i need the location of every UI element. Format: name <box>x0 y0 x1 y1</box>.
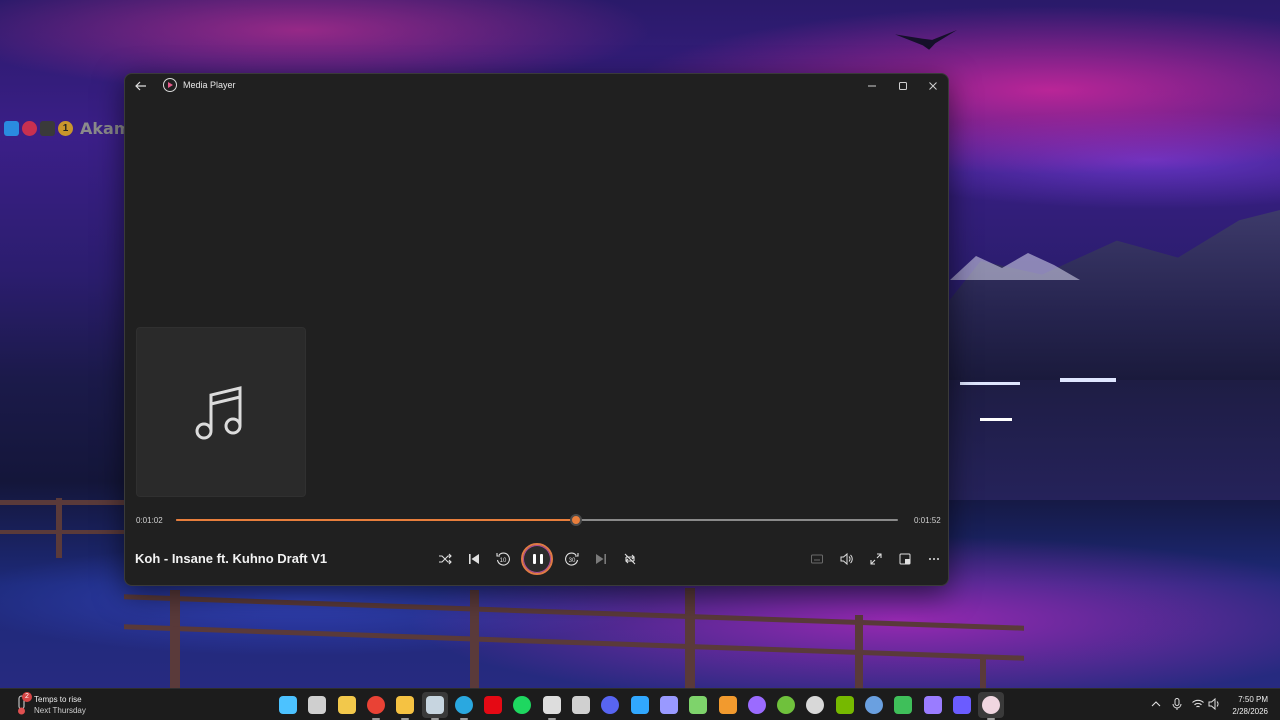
taskbar-nvidia-icon[interactable] <box>836 696 854 714</box>
media-player-logo-icon <box>163 78 177 92</box>
album-art <box>136 327 306 497</box>
forward-30-label: 30 <box>569 558 576 564</box>
bird-silhouette <box>895 30 957 50</box>
wallpaper-light <box>980 418 1012 421</box>
badge-icon <box>4 120 19 136</box>
captions-button[interactable] <box>806 548 828 570</box>
taskbar-photoshop-icon[interactable] <box>631 696 649 714</box>
maximize-icon[interactable] <box>893 76 913 96</box>
badge-icon: 1 <box>58 120 73 136</box>
seek-thumb[interactable] <box>569 514 582 526</box>
fence-rail <box>0 530 124 534</box>
rewind-10-button[interactable]: 10 <box>492 548 514 570</box>
volume-button[interactable] <box>835 548 857 570</box>
fence-post <box>170 590 180 688</box>
fence-post <box>685 588 695 688</box>
taskbar-xbox-icon[interactable] <box>777 696 795 714</box>
badge-icon <box>40 120 55 136</box>
next-icon <box>596 554 606 564</box>
seek-progress <box>176 519 576 521</box>
wallpaper-snow <box>950 253 1080 280</box>
window-title: Media Player <box>183 80 236 90</box>
taskbar-qbittorrent-icon[interactable] <box>865 696 883 714</box>
taskbar-cheat-engine-icon[interactable] <box>894 696 912 714</box>
taskbar-spotify-icon[interactable] <box>513 696 531 714</box>
wifi-icon[interactable] <box>1191 697 1205 711</box>
taskbar-microsoft-store-icon[interactable] <box>338 696 356 714</box>
microphone-icon[interactable] <box>1170 697 1184 711</box>
clock-time[interactable]: 7:50 PM <box>1236 695 1268 704</box>
taskbar-obs-icon[interactable] <box>806 696 824 714</box>
rewind-10-icon: 10 <box>496 552 510 566</box>
back-arrow-icon[interactable] <box>133 78 149 94</box>
taskbar-task-view-icon[interactable] <box>308 696 326 714</box>
taskbar-audio-meter-icon[interactable] <box>689 696 707 714</box>
more-options-button[interactable] <box>923 548 945 570</box>
taskbar-streamlabs-icon[interactable] <box>953 696 971 714</box>
repeat-button[interactable] <box>619 548 641 570</box>
taskbar-epic-games-icon[interactable] <box>572 696 590 714</box>
weather-badge: 2 <box>22 692 32 702</box>
taskbar-media-player-icon[interactable] <box>982 696 1000 714</box>
wallpaper-light <box>960 382 1020 385</box>
taskbar-start-icon[interactable] <box>279 696 297 714</box>
shuffle-icon <box>439 553 452 565</box>
pause-icon <box>540 554 543 564</box>
song-title: Koh - Insane ft. Kuhno Draft V1 <box>135 551 328 566</box>
captions-icon <box>811 554 823 564</box>
weather-subline[interactable]: Next Thursday <box>34 706 86 715</box>
wallpaper-water <box>940 380 1280 500</box>
repeat-icon <box>624 553 636 565</box>
fence-post <box>56 498 62 558</box>
title-bar[interactable]: Media Player <box>125 74 948 98</box>
taskbar-fl-studio-icon[interactable] <box>719 696 737 714</box>
mini-player-button[interactable] <box>894 548 916 570</box>
fence-post <box>980 655 986 688</box>
taskbar-chrome-icon[interactable] <box>367 696 385 714</box>
volume-icon <box>840 552 853 566</box>
current-time: 0:01:02 <box>136 516 163 525</box>
taskbar-steam-icon[interactable] <box>426 696 444 714</box>
pause-icon <box>533 554 536 564</box>
previous-icon <box>469 554 479 564</box>
music-note-icon <box>195 386 242 440</box>
minimize-icon[interactable] <box>862 76 882 96</box>
taskbar: 2 Temps to rise Next Thursday 7:50 PM 2/… <box>0 688 1280 720</box>
more-options-icon <box>929 558 939 560</box>
mini-player-icon <box>899 553 911 565</box>
clock-date[interactable]: 2/28/2026 <box>1226 707 1268 716</box>
wallpaper-mountain <box>940 210 1280 380</box>
taskbar-file-explorer-icon[interactable] <box>396 696 414 714</box>
seek-bar[interactable] <box>176 514 898 526</box>
taskbar-notes-app-icon[interactable] <box>924 696 942 714</box>
chevron-up-icon[interactable] <box>1149 697 1163 711</box>
shuffle-button[interactable] <box>434 548 456 570</box>
fullscreen-button[interactable] <box>865 548 887 570</box>
previous-button[interactable] <box>463 548 485 570</box>
badge-icon <box>22 120 37 136</box>
pause-button[interactable] <box>521 543 553 575</box>
close-icon[interactable] <box>923 76 943 96</box>
taskbar-edge-icon[interactable] <box>455 696 473 714</box>
fence-rail <box>124 624 1024 661</box>
taskbar-discord-icon[interactable] <box>601 696 619 714</box>
total-time: 0:01:52 <box>914 516 941 525</box>
weather-headline[interactable]: Temps to rise <box>34 695 82 704</box>
taskbar-premiere-pro-icon[interactable] <box>660 696 678 714</box>
taskbar-game-launcher-icon[interactable] <box>543 696 561 714</box>
fence-rail <box>124 594 1024 631</box>
taskbar-netflix-icon[interactable] <box>484 696 502 714</box>
next-button[interactable] <box>590 548 612 570</box>
rewind-10-label: 10 <box>500 558 507 564</box>
forward-30-icon: 30 <box>565 552 579 566</box>
forward-30-button[interactable]: 30 <box>561 548 583 570</box>
fullscreen-icon <box>870 553 882 565</box>
wallpaper-light <box>1060 378 1116 382</box>
taskbar-arc-app-icon[interactable] <box>748 696 766 714</box>
media-player-window: Media Player 0:01:02 0:01:52 Koh - Insan… <box>124 73 949 586</box>
speaker-icon[interactable] <box>1207 697 1221 711</box>
fence-rail <box>0 500 124 505</box>
